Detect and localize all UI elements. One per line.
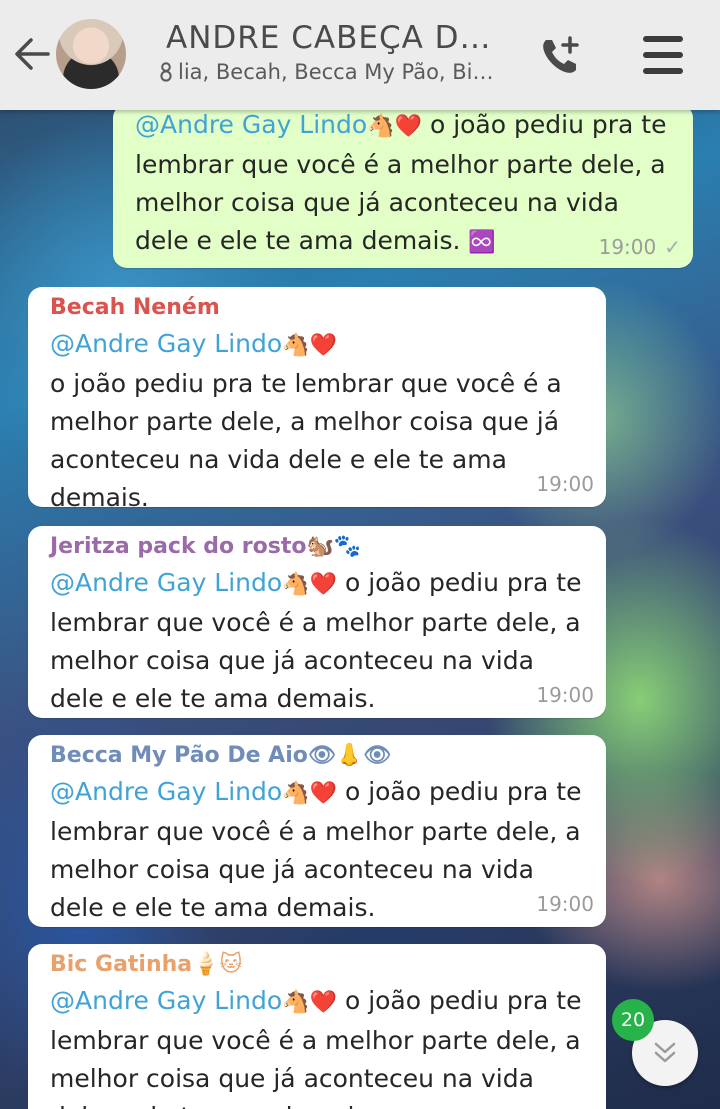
mention-link[interactable]: @Andre Gay Lindo — [50, 568, 282, 597]
unread-count-badge[interactable]: 20 — [612, 999, 654, 1041]
mention-link[interactable]: @Andre Gay Lindo — [50, 777, 282, 806]
message-emoji: 🐴❤️ — [367, 114, 422, 139]
message-time: 19:00 — [536, 683, 594, 707]
outgoing-message[interactable]: @Andre Gay Lindo🐴❤️ o joão pediu pra te … — [113, 104, 693, 268]
chat-title[interactable]: ANDRE CABEÇA DE... — [166, 20, 506, 56]
message-time: 19:00 — [536, 892, 594, 916]
incoming-message[interactable]: Becca My Pão De Aio👁👃👁 @Andre Gay Lindo🐴… — [28, 735, 606, 927]
incoming-message[interactable]: Jeritza pack do rosto🐿️🐾 @Andre Gay Lind… — [28, 526, 606, 718]
menu-button[interactable] — [640, 32, 686, 78]
sender-emoji: 🐿️🐾 — [306, 534, 362, 559]
message-time: 19:00 — [536, 472, 594, 496]
sender-emoji: 👁👃👁 — [307, 743, 392, 768]
incoming-message[interactable]: Bic Gatinha🍦🐱 @Andre Gay Lindo🐴❤️ o joão… — [28, 944, 606, 1109]
arrow-left-icon — [15, 38, 50, 70]
add-call-button[interactable] — [536, 32, 584, 80]
message-time: 19:00 ✓ — [598, 235, 681, 259]
sender-name[interactable]: Becah Neném — [50, 293, 584, 323]
hamburger-menu-icon — [643, 36, 683, 74]
group-members-icon — [160, 62, 172, 82]
chat-participants[interactable]: lia, Becah, Becca My Pão, Bic,... — [158, 60, 498, 84]
message-emoji: 🐴❤️ — [282, 990, 337, 1015]
sender-name[interactable]: Becca My Pão De Aio👁👃👁 — [50, 741, 584, 771]
infinity-emoji: ♾️ — [468, 230, 496, 255]
message-text: o joão pediu pra te lembrar que você é a… — [50, 369, 562, 512]
message-emoji: 🐴❤️ — [282, 572, 337, 597]
sent-check-icon: ✓ — [664, 235, 681, 259]
message-list[interactable]: @Andre Gay Lindo🐴❤️ o joão pediu pra te … — [0, 0, 720, 1109]
sender-emoji: 🍦🐱 — [192, 952, 243, 977]
message-emoji: 🐴❤️ — [282, 333, 337, 358]
mention-link[interactable]: @Andre Gay Lindo — [135, 110, 367, 139]
sender-name[interactable]: Bic Gatinha🍦🐱 — [50, 950, 584, 980]
back-button[interactable] — [12, 34, 52, 74]
sender-name[interactable]: Jeritza pack do rosto🐿️🐾 — [50, 532, 584, 562]
chat-header: ANDRE CABEÇA DE... lia, Becah, Becca My … — [0, 0, 720, 110]
message-emoji: 🐴❤️ — [282, 781, 337, 806]
mention-link[interactable]: @Andre Gay Lindo — [50, 329, 282, 358]
group-avatar[interactable] — [56, 19, 126, 89]
mention-link[interactable]: @Andre Gay Lindo — [50, 986, 282, 1015]
participants-list: lia, Becah, Becca My Pão, Bic,... — [178, 60, 498, 84]
phone-plus-icon — [543, 36, 579, 73]
double-chevron-down-icon — [654, 1042, 676, 1063]
incoming-message[interactable]: Becah Neném @Andre Gay Lindo🐴❤️ o joão p… — [28, 287, 606, 512]
